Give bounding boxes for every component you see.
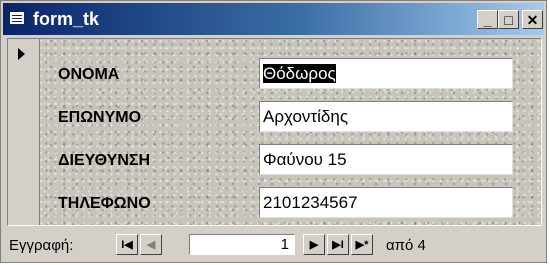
close-button[interactable]: ✕ bbox=[522, 10, 543, 29]
address-label: ΔΙΕΥΘΥΝΣΗ bbox=[58, 152, 151, 169]
first-record-button[interactable]: I◀ bbox=[116, 234, 138, 255]
form-icon[interactable] bbox=[9, 11, 25, 25]
current-record-input[interactable]: 1 bbox=[189, 234, 295, 255]
last-record-button[interactable]: ▶I bbox=[327, 234, 349, 255]
previous-record-button[interactable]: ◀ bbox=[140, 234, 162, 255]
window-title: form_tk bbox=[33, 9, 100, 29]
next-record-button[interactable]: ▶ bbox=[303, 234, 325, 255]
form-window: form_tk _ □ ✕ ΟΝΟΜΑ Θόδωρος ΕΠΩΝΥΜΟ Αρχο… bbox=[0, 0, 547, 263]
record-navigation-bar: Εγγραφή: I◀ ◀ 1 ▶ ▶I ▶* από 4 bbox=[7, 230, 542, 260]
minimize-button[interactable]: _ bbox=[477, 10, 498, 29]
form-body: ΟΝΟΜΑ Θόδωρος ΕΠΩΝΥΜΟ Αρχοντίδης ΔΙΕΥΘΥΝ… bbox=[7, 38, 542, 226]
phone-field[interactable]: 2101234567 bbox=[259, 187, 513, 218]
last-name-field[interactable]: Αρχοντίδης bbox=[259, 101, 513, 132]
last-name-label: ΕΠΩΝΥΜΟ bbox=[58, 109, 142, 126]
first-name-label: ΟΝΟΜΑ bbox=[58, 66, 120, 83]
title-bar[interactable]: form_tk _ □ ✕ bbox=[3, 3, 544, 35]
phone-label: ΤΗΛΕΦΩΝΟ bbox=[58, 195, 151, 212]
maximize-button[interactable]: □ bbox=[498, 10, 519, 29]
record-count-label: από 4 bbox=[386, 237, 426, 254]
form-detail-section: ΟΝΟΜΑ Θόδωρος ΕΠΩΝΥΜΟ Αρχοντίδης ΔΙΕΥΘΥΝ… bbox=[40, 39, 541, 225]
first-name-field[interactable]: Θόδωρος bbox=[259, 58, 513, 89]
record-selector[interactable] bbox=[8, 39, 40, 225]
address-field[interactable]: Φαύνου 15 bbox=[259, 144, 513, 175]
record-label: Εγγραφή: bbox=[9, 237, 74, 254]
current-record-arrow-icon bbox=[18, 48, 25, 60]
new-record-button[interactable]: ▶* bbox=[351, 234, 373, 255]
